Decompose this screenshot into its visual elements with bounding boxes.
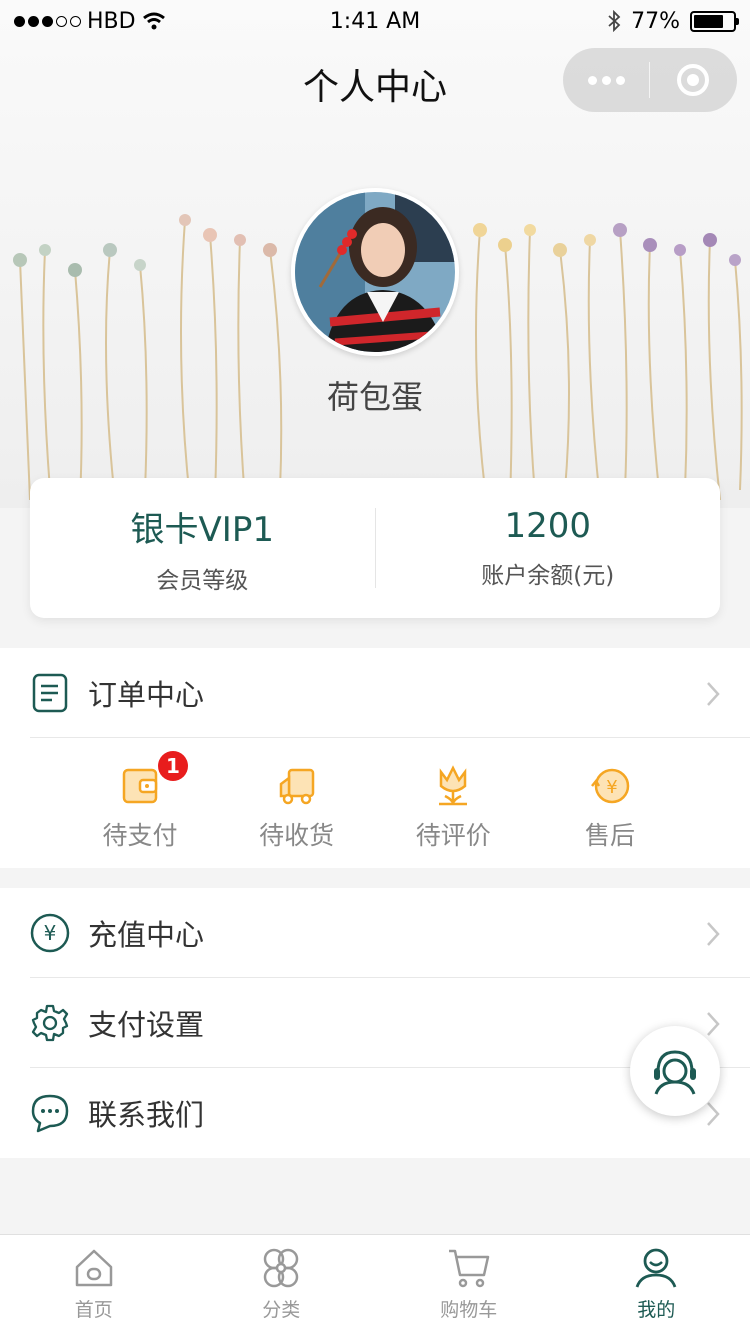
- target-icon: [677, 64, 709, 96]
- tab-cart[interactable]: 购物车: [375, 1235, 563, 1334]
- headset-icon: [654, 1050, 696, 1095]
- order-center-label: 订单中心: [88, 678, 205, 712]
- close-miniprogram-button[interactable]: [650, 63, 736, 97]
- customer-service-button[interactable]: [630, 1026, 720, 1116]
- status-bar: HBD 1:41 AM 77%: [0, 0, 750, 42]
- tab-home[interactable]: 首页: [0, 1235, 188, 1334]
- order-status-label: 售后: [584, 821, 635, 850]
- yen-circle-icon: ¥: [30, 913, 70, 953]
- order-section: 订单中心 1 待支付 待收货 待评价 ¥ 售后: [0, 648, 750, 868]
- order-pending-payment[interactable]: 1 待支付: [70, 738, 210, 868]
- tab-bar: 首页 分类 购物车 我的: [0, 1234, 750, 1334]
- tab-label: 我的: [637, 1299, 676, 1321]
- unpaid-count-badge: 1: [158, 751, 188, 781]
- order-pending-receipt[interactable]: 待收货: [227, 738, 367, 868]
- order-status-bar: 1 待支付 待收货 待评价 ¥ 售后: [0, 738, 750, 868]
- member-level-label: 会员等级: [156, 567, 249, 594]
- balance-label: 账户余额(元): [481, 563, 615, 589]
- member-level[interactable]: 银卡VIP1 会员等级: [30, 502, 375, 595]
- order-status-label: 待评价: [415, 821, 491, 850]
- wallet-icon: [70, 764, 210, 808]
- miniprogram-capsule: [563, 48, 737, 112]
- menu-label: 联系我们: [88, 1098, 205, 1132]
- menu-label: 支付设置: [88, 1008, 205, 1042]
- category-icon: [264, 1248, 299, 1288]
- order-center-row[interactable]: 订单中心: [0, 648, 750, 738]
- yen-refund-icon: ¥: [540, 764, 680, 808]
- svg-text:¥: ¥: [44, 921, 57, 945]
- user-name: 荷包蛋: [326, 378, 423, 416]
- member-level-value: 银卡VIP1: [130, 509, 274, 550]
- battery-percent: 77%: [631, 8, 680, 34]
- settings-menu: ¥ 充值中心 支付设置 联系我们: [0, 888, 750, 1158]
- chevron-right-icon: [707, 1012, 720, 1036]
- order-after-sales[interactable]: ¥ 售后: [540, 738, 680, 868]
- battery-icon: [690, 10, 739, 32]
- order-pending-review[interactable]: 待评价: [383, 738, 523, 868]
- more-button[interactable]: [563, 75, 649, 85]
- chevron-right-icon: [707, 922, 720, 946]
- svg-text:¥: ¥: [606, 777, 617, 798]
- chat-icon: [30, 1093, 70, 1133]
- profile-icon: [635, 1248, 677, 1288]
- account-balance[interactable]: 1200 账户余额(元): [376, 506, 721, 590]
- flower-icon: [383, 764, 523, 808]
- menu-recharge-center[interactable]: ¥ 充值中心: [0, 888, 750, 978]
- bluetooth-icon: [608, 10, 621, 32]
- avatar[interactable]: [291, 188, 459, 356]
- menu-label: 充值中心: [88, 918, 205, 952]
- chevron-right-icon: [707, 1102, 720, 1126]
- tab-label: 购物车: [440, 1299, 498, 1321]
- home-icon: [75, 1249, 112, 1287]
- order-status-label: 待支付: [102, 821, 178, 850]
- order-status-label: 待收货: [259, 821, 335, 850]
- tab-label: 分类: [262, 1299, 301, 1321]
- order-list-icon: [30, 673, 70, 713]
- tab-category[interactable]: 分类: [188, 1235, 376, 1334]
- chevron-right-icon: [707, 682, 720, 706]
- tab-profile[interactable]: 我的: [563, 1235, 750, 1334]
- balance-value: 1200: [504, 506, 592, 546]
- truck-icon: [227, 764, 367, 808]
- tab-label: 首页: [74, 1299, 113, 1321]
- member-stats-card: 银卡VIP1 会员等级 1200 账户余额(元): [30, 478, 720, 618]
- cart-icon: [448, 1249, 489, 1288]
- gear-icon: [30, 1003, 70, 1043]
